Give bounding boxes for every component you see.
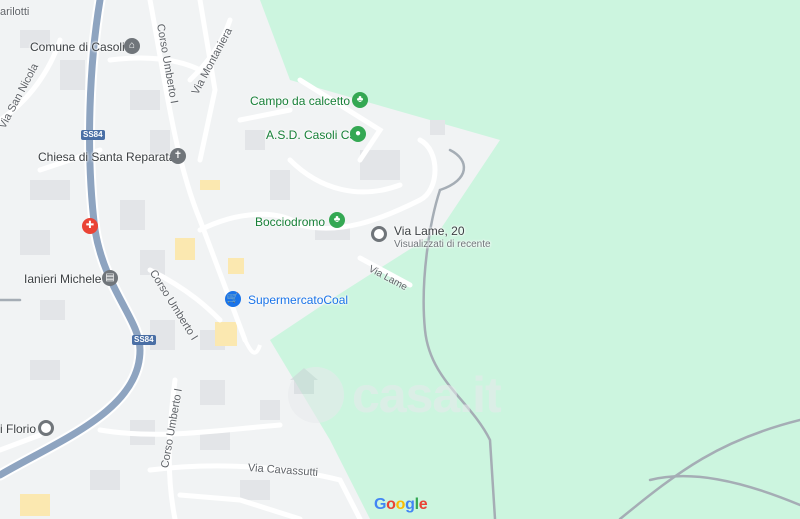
road-shield-ss84-bottom: SS84	[132, 335, 156, 345]
casa-watermark: casa.it	[288, 366, 502, 424]
poi-label-comune[interactable]: Comune di Casoli	[30, 40, 125, 54]
place-icon[interactable]	[38, 420, 54, 436]
poi-label-via-lame-title[interactable]: Via Lame, 20	[394, 224, 465, 238]
road-shield-ss84-top: SS84	[81, 130, 105, 140]
home-icon	[288, 367, 344, 423]
hospital-icon[interactable]: ✚	[82, 218, 98, 234]
map-canvas[interactable]: arilotti Corso Umberto I Via Montaniera …	[0, 0, 800, 519]
poi-label-florio[interactable]: i Florio	[0, 422, 36, 436]
poi-label-via-lame-sub: Visualizzati di recente	[394, 239, 491, 250]
park-tree-icon[interactable]: ♣	[352, 92, 368, 108]
poi-label-campo[interactable]: Campo da calcetto	[250, 94, 350, 108]
church-icon[interactable]: ✝	[170, 148, 186, 164]
poi-label-ianieri[interactable]: Ianieri Michele	[24, 272, 101, 286]
sports-icon[interactable]: ●	[350, 126, 366, 142]
street-label-arilotti: arilotti	[0, 6, 30, 18]
poi-label-supermercato[interactable]: SupermercatoCoal	[248, 293, 348, 307]
poi-label-chiesa[interactable]: Chiesa di Santa Reparata	[38, 150, 175, 164]
shop-icon[interactable]: ▤	[102, 270, 118, 286]
park-tree-icon[interactable]: ♣	[329, 212, 345, 228]
poi-label-bocciodromo[interactable]: Bocciodromo	[255, 215, 325, 229]
government-icon[interactable]: ⌂	[124, 38, 140, 54]
shopping-cart-icon[interactable]: 🛒	[225, 291, 241, 307]
watermark-text: casa.it	[352, 367, 502, 423]
recent-location-icon[interactable]	[371, 226, 387, 242]
google-logo: Google	[374, 496, 428, 513]
poi-label-asd[interactable]: A.S.D. Casoli C5	[266, 128, 356, 142]
map-geometry	[0, 0, 800, 519]
